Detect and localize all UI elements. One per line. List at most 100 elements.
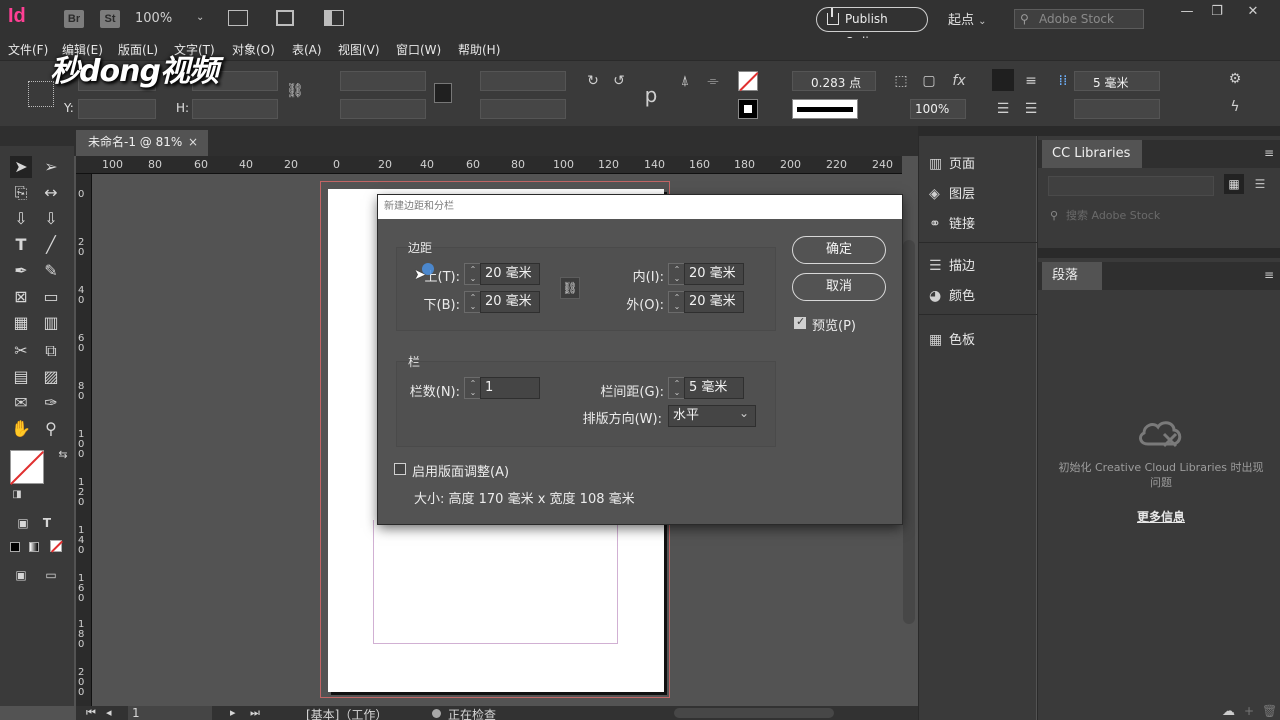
paragraph-tab[interactable]: 段落 xyxy=(1042,262,1102,290)
constrain-proportions-icon[interactable]: ⛓ xyxy=(286,83,304,99)
grid-view-icon[interactable]: ▦ xyxy=(1224,174,1244,194)
horizontal-scrollbar[interactable] xyxy=(674,708,834,718)
lightning-icon[interactable]: ϟ xyxy=(1226,99,1244,115)
master-status[interactable]: [基本]（工作） xyxy=(306,706,387,720)
menu-window[interactable]: 窗口(W) xyxy=(396,41,441,58)
stock-search-input[interactable]: ⚲ Adobe Stock xyxy=(1014,9,1144,29)
pencil-tool-icon[interactable]: ✎ xyxy=(40,260,62,282)
prev-page-icon[interactable]: ◂ xyxy=(106,706,112,719)
scale-x-field[interactable] xyxy=(340,71,426,91)
normal-view-icon[interactable]: ▣ xyxy=(10,564,32,586)
content-placer-icon[interactable]: ⇩ xyxy=(40,208,62,230)
bottom-margin-input[interactable]: 20 毫米 xyxy=(480,291,540,313)
note-tool-icon[interactable]: ✉ xyxy=(10,392,32,414)
apply-gradient-icon[interactable] xyxy=(29,542,39,552)
page-tool-icon[interactable]: ⎘ xyxy=(10,182,32,204)
menu-help[interactable]: 帮助(H) xyxy=(458,41,500,58)
apply-none-icon[interactable] xyxy=(50,540,63,553)
publish-online-button[interactable]: Publish Online xyxy=(816,7,928,49)
stroke-swatch[interactable] xyxy=(738,99,758,119)
last-page-icon[interactable]: ⏭ xyxy=(250,706,260,720)
rectangle-tool-icon[interactable]: ▭ xyxy=(40,286,62,308)
top-margin-input[interactable]: 20 毫米 xyxy=(480,263,540,285)
gear-icon[interactable]: ⚙ xyxy=(1226,71,1244,87)
zoom-level[interactable]: 100% xyxy=(135,11,172,26)
swatches-panel-tab[interactable]: ▦ 色板 xyxy=(929,328,975,352)
direction-select[interactable]: 水平 xyxy=(668,403,756,427)
rotate-ccw-icon[interactable]: ↺ xyxy=(610,73,628,89)
gutter-field[interactable]: 5 毫米 xyxy=(1074,71,1160,91)
preview-label[interactable]: 预览(P) xyxy=(812,315,856,334)
default-colors-icon[interactable]: ◨ xyxy=(6,484,28,506)
direct-selection-tool-icon[interactable]: ➢ xyxy=(40,156,62,178)
vertical-ruler[interactable]: 0 20 40 60 80 100 120 140 160 180 200 xyxy=(76,174,92,706)
zoom-chevron-icon[interactable]: ⌄ xyxy=(196,12,204,23)
cc-libraries-tab[interactable]: CC Libraries xyxy=(1042,140,1142,168)
formatting-container-icon[interactable]: ▣ xyxy=(12,512,34,534)
next-page-icon[interactable]: ▸ xyxy=(230,706,236,719)
gradient-swatch-tool-icon[interactable]: ▤ xyxy=(10,366,32,388)
panel-menu-icon[interactable]: ≡ xyxy=(1264,146,1274,160)
workspace-switcher[interactable]: 起点 ⌄ xyxy=(948,9,987,28)
free-transform-tool-icon[interactable]: ⧉ xyxy=(40,340,62,362)
layout-adjustment-label[interactable]: 启用版面调整(A) xyxy=(412,461,509,480)
zoom-tool-icon[interactable]: ⚲ xyxy=(40,418,62,440)
select-container-icon[interactable]: ⍋ xyxy=(676,73,694,89)
first-page-icon[interactable]: ⏮ xyxy=(86,706,96,720)
gap-tool-icon[interactable]: ↔ xyxy=(40,182,62,204)
arrange-documents-icon[interactable] xyxy=(324,10,344,26)
menu-view[interactable]: 视图(V) xyxy=(338,41,380,58)
align-bottom-icon[interactable]: ☰ xyxy=(1022,101,1040,117)
rectangle-frame-tool-icon[interactable]: ⊠ xyxy=(10,286,32,308)
add-icon[interactable]: + xyxy=(1244,704,1254,718)
minimize-icon[interactable]: — xyxy=(1178,4,1196,19)
selection-tool-icon[interactable]: ➤ xyxy=(10,156,32,178)
close-window-icon[interactable]: ✕ xyxy=(1244,4,1262,19)
cc-stock-search[interactable]: ⚲ 搜索 Adobe Stock xyxy=(1048,206,1270,226)
hand-tool-icon[interactable]: ✋ xyxy=(10,418,32,440)
line-tool-icon[interactable]: ╱ xyxy=(40,234,62,256)
content-collector-icon[interactable]: ⇩ xyxy=(10,208,32,230)
frame-fitting-icon[interactable]: ⬚ xyxy=(892,73,910,89)
stock-icon[interactable]: St xyxy=(100,10,120,28)
links-panel-tab[interactable]: ⚭ 链接 xyxy=(929,212,975,236)
scale-y-field[interactable] xyxy=(340,99,426,119)
menu-file[interactable]: 文件(F) xyxy=(8,41,48,58)
stroke-weight-field[interactable]: 0.283 点 xyxy=(792,71,876,91)
stroke-type-select[interactable] xyxy=(792,99,858,119)
preflight-status[interactable]: 正在检查 xyxy=(448,706,496,720)
h-field[interactable] xyxy=(192,99,278,119)
vertical-scrollbar[interactable] xyxy=(903,240,915,624)
menu-table[interactable]: 表(A) xyxy=(292,41,322,58)
inside-margin-input[interactable]: 20 毫米 xyxy=(684,263,744,285)
preview-checkbox[interactable] xyxy=(794,315,806,329)
fill-swatch[interactable] xyxy=(738,71,759,91)
formatting-text-icon[interactable]: T xyxy=(36,512,58,534)
screen-mode-tool-icon[interactable]: ▭ xyxy=(40,564,62,586)
stroke-panel-tab[interactable]: ☰ 描边 xyxy=(929,254,975,278)
pages-panel-tab[interactable]: ▥ 页面 xyxy=(929,152,975,176)
rotate-cw-icon[interactable]: ↻ xyxy=(584,73,602,89)
shear-field[interactable] xyxy=(480,99,566,119)
document-tab[interactable]: 未命名-1 @ 81% × xyxy=(76,130,208,156)
view-options-icon[interactable] xyxy=(228,10,248,26)
list-view-icon[interactable]: ☰ xyxy=(1250,174,1270,194)
text-wrap-icon[interactable] xyxy=(992,69,1014,91)
trash-icon[interactable]: 🗑 xyxy=(1262,704,1277,718)
horizontal-ruler[interactable]: 100 80 60 40 20 0 20 40 60 80 100 120 14… xyxy=(76,156,902,174)
rotation-field[interactable] xyxy=(480,71,566,91)
scissors-tool-icon[interactable]: ✂ xyxy=(10,340,32,362)
screen-mode-icon[interactable] xyxy=(276,10,294,26)
bridge-icon[interactable]: Br xyxy=(64,10,84,28)
table-tool-icon[interactable]: ▦ xyxy=(10,312,32,334)
panel-menu-icon[interactable]: ≡ xyxy=(1264,268,1274,282)
column-number-input[interactable]: 1 xyxy=(480,377,540,399)
swap-colors-icon[interactable]: ⇆ xyxy=(52,444,74,466)
link-scale-icon[interactable] xyxy=(434,83,452,103)
distribute-icon[interactable]: ⌯ xyxy=(704,73,722,89)
restore-icon[interactable]: ❐ xyxy=(1208,4,1226,19)
align-center-icon[interactable]: ☰ xyxy=(994,101,1012,117)
outside-margin-input[interactable]: 20 毫米 xyxy=(684,291,744,313)
gradient-feather-tool-icon[interactable]: ▨ xyxy=(40,366,62,388)
menu-object[interactable]: 对象(O) xyxy=(232,41,275,58)
